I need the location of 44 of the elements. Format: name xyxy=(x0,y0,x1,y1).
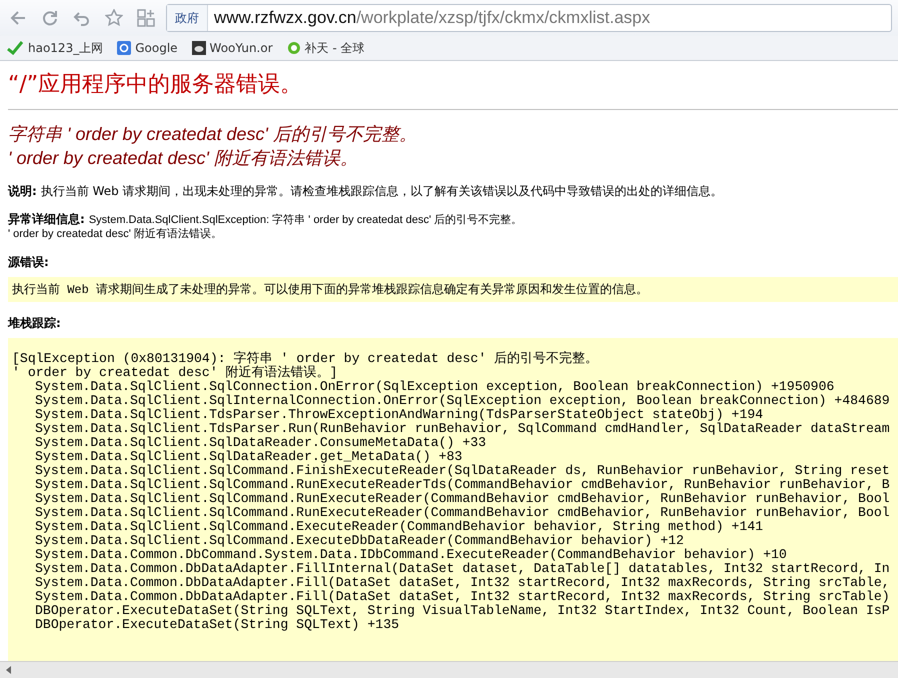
horizontal-scrollbar[interactable] xyxy=(0,661,898,678)
exception-label: 异常详细信息: xyxy=(8,212,85,226)
stack-trace-line: DBOperator.ExecuteDataSet(String SQLText, String VisualTableName, Int32 StartIndex, Int32 Count, Boolean IsP xyxy=(34,604,891,618)
bookmark-link[interactable]: WooYun.or xyxy=(192,41,273,55)
stack-trace-line: System.Data.SqlClient.SqlCommand.RunExecuteReader(CommandBehavior cmdBehavior, RunBehavior runBehavior, Bool xyxy=(34,492,891,506)
apps-grid-icon[interactable] xyxy=(137,9,155,27)
star-icon[interactable] xyxy=(105,9,123,27)
stack-trace-line: [SqlException (0x80131904): 字符串 ' order by createdat desc' 后的引号不完整。 xyxy=(12,352,600,366)
address-bar[interactable]: 政府 www.rzfwzx.gov.cn/workplate/xzsp/tjfx/ckmx/ckmxlist.aspx xyxy=(166,4,892,32)
site-badge: 政府 xyxy=(167,5,208,31)
error-message: 字符串 ' order by createdat desc' 后的引号不完整。 xyxy=(8,123,418,146)
stack-trace-line: ' order by createdat desc' 附近有语法错误。] xyxy=(12,366,339,380)
stack-trace-label: 堆栈跟踪: xyxy=(8,316,61,330)
stack-trace-line: System.Data.SqlClient.SqlCommand.RunExecuteReaderTds(CommandBehavior cmdBehavior, RunBehavior runBehavior, B xyxy=(34,478,891,492)
refresh-icon[interactable] xyxy=(41,9,59,27)
stack-trace-line: System.Data.Common.DbDataAdapter.Fill(DataSet dataSet, Int32 startRecord, Int32 maxRecords, String srcTable, xyxy=(34,576,891,590)
description-label: 说明: xyxy=(8,184,37,198)
bookmark-link[interactable]: hao123_上网 xyxy=(6,40,104,56)
source-error-text: 执行当前 Web 请求期间生成了未处理的异常。可以使用下面的异常堆栈跟踪信息确定有关异常原因和发生位置的信息。 xyxy=(8,277,898,302)
bookmark-link[interactable]: Google xyxy=(117,41,178,55)
error-title: “/”应用程序中的服务器错误。 xyxy=(8,71,304,99)
exception-text: System.Data.SqlClient.SqlException: 字符串 ' order by createdat desc' 后的引号不完整。 xyxy=(88,214,522,226)
stack-trace-line: System.Data.SqlClient.SqlConnection.OnError(SqlException exception, Boolean breakConnection) +1950906 xyxy=(34,380,836,394)
stack-trace-line: System.Data.Common.DbCommand.System.Data.IDbCommand.ExecuteReader(CommandBehavior behavior) +10 xyxy=(34,548,788,562)
back-arrow-icon[interactable] xyxy=(9,9,27,27)
description-text: 执行当前 Web 请求期间，出现未处理的异常。请检查堆栈跟踪信息，以了解有关该错误以及代码中导致错误的出处的详细信息。 xyxy=(40,184,723,198)
stack-trace-line: System.Data.SqlClient.TdsParser.ThrowExceptionAndWarning(TdsParserStateObject stateObj) +194 xyxy=(34,408,764,422)
stack-trace-line: DBOperator.ExecuteDataSet(String SQLText) +135 xyxy=(34,618,400,632)
exception-text: ' order by createdat desc' 附近有语法错误。 xyxy=(8,227,223,241)
source-error-label: 源错误: xyxy=(8,255,49,269)
stack-trace-line: System.Data.SqlClient.SqlDataReader.ConsumeMetaData() +33 xyxy=(34,436,488,450)
bookmark-link[interactable]: 补天 - 全球 xyxy=(286,40,365,56)
stack-trace-line: System.Data.SqlClient.SqlCommand.ExecuteDbDataReader(CommandBehavior behavior) +12 xyxy=(34,534,685,548)
url-text: www.rzfwzx.gov.cn/workplate/xzsp/tjfx/ckmx/ckmxlist.aspx xyxy=(213,8,650,28)
scroll-left-icon[interactable] xyxy=(4,665,14,675)
stack-trace-line: System.Data.SqlClient.SqlCommand.RunExecuteReader(CommandBehavior cmdBehavior, RunBehavior runBehavior, Bool xyxy=(34,506,891,520)
stack-trace-line: System.Data.SqlClient.SqlCommand.FinishExecuteReader(SqlDataReader ds, RunBehavior runBehavior, String reset xyxy=(34,464,891,478)
stack-trace-line: System.Data.SqlClient.SqlInternalConnection.OnError(SqlException exception, Boolean breakConnection) +484689 xyxy=(34,394,891,408)
stack-trace-line: System.Data.SqlClient.TdsParser.Run(RunBehavior runBehavior, SqlCommand cmdHandler, SqlDataReader dataStream xyxy=(34,422,891,436)
stack-trace-line: System.Data.Common.DbDataAdapter.Fill(DataSet dataSet, Int32 startRecord, Int32 maxRecords, String srcTable) xyxy=(34,590,891,604)
stack-trace-line: System.Data.SqlClient.SqlDataReader.get_MetaData() +83 xyxy=(34,450,464,464)
stack-trace-line: System.Data.Common.DbDataAdapter.FillInternal(DataSet dataset, DataTable[] datatables, Int32 startRecord, In xyxy=(34,562,891,576)
error-message: ' order by createdat desc' 附近有语法错误。 xyxy=(8,147,359,170)
stack-trace-line: System.Data.SqlClient.SqlCommand.ExecuteReader(CommandBehavior behavior, String method) +141 xyxy=(34,520,764,534)
